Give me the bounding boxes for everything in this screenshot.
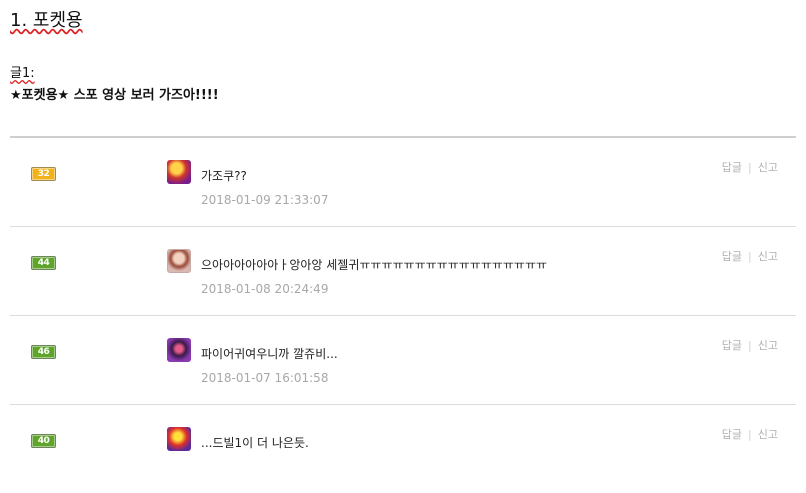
- action-separator: |: [748, 250, 752, 263]
- action-separator: |: [748, 428, 752, 441]
- comment-actions: 답글 | 신고: [722, 337, 778, 353]
- reply-button[interactable]: 답글: [722, 428, 742, 441]
- report-button[interactable]: 신고: [758, 428, 778, 441]
- report-button[interactable]: 신고: [758, 250, 778, 263]
- report-button[interactable]: 신고: [758, 339, 778, 352]
- avatar[interactable]: [167, 249, 191, 273]
- reply-button[interactable]: 답글: [722, 161, 742, 174]
- comment-date: 2018-01-09 21:33:07: [201, 193, 329, 207]
- comment-item: 44 으아아아아아아ㅏ앙아앙 세젤귀ㅠㅠㅠㅠㅠㅠㅠㅠㅠㅠㅠㅠㅠㅠㅠㅠㅠ 2018…: [10, 227, 796, 316]
- comment-actions: 답글 | 신고: [722, 426, 778, 442]
- post-title: ★포켓용★ 스포 영상 보러 가즈아!!!!: [10, 88, 219, 103]
- action-separator: |: [748, 339, 752, 352]
- comment-list: 32 가조쿠?? 2018-01-09 21:33:07 답글 | 신고 44 으아…: [10, 138, 796, 493]
- comment-item: 46 파이어귀여우니까 깔쥬비... 2018-01-07 16:01:58 답…: [10, 316, 796, 405]
- action-separator: |: [748, 161, 752, 174]
- level-badge: 44: [31, 256, 56, 270]
- avatar[interactable]: [167, 427, 191, 451]
- comment-text: ...드빌1이 더 나은듯.: [201, 436, 309, 450]
- comment-text: 파이어귀여우니까 깔쥬비...: [201, 347, 338, 361]
- reply-button[interactable]: 답글: [722, 250, 742, 263]
- comment-item: 40 ...드빌1이 더 나은듯. 답글 | 신고: [10, 405, 796, 493]
- level-badge: 46: [31, 345, 56, 359]
- avatar[interactable]: [167, 338, 191, 362]
- comment-actions: 답글 | 신고: [722, 159, 778, 175]
- comment-actions: 답글 | 신고: [722, 248, 778, 264]
- avatar[interactable]: [167, 160, 191, 184]
- comment-date: 2018-01-07 16:01:58: [201, 371, 329, 385]
- level-badge: 40: [31, 434, 56, 448]
- comment-item: 32 가조쿠?? 2018-01-09 21:33:07 답글 | 신고: [10, 138, 796, 227]
- post-label: 글1:: [10, 66, 35, 81]
- comment-date: 2018-01-08 20:24:49: [201, 282, 329, 296]
- report-button[interactable]: 신고: [758, 161, 778, 174]
- comment-text: 가조쿠??: [201, 169, 247, 183]
- level-badge: 32: [31, 167, 56, 181]
- reply-button[interactable]: 답글: [722, 339, 742, 352]
- comment-text: 으아아아아아아ㅏ앙아앙 세젤귀ㅠㅠㅠㅠㅠㅠㅠㅠㅠㅠㅠㅠㅠㅠㅠㅠㅠ: [201, 258, 548, 272]
- page-title: 1. 포켓용: [10, 10, 83, 31]
